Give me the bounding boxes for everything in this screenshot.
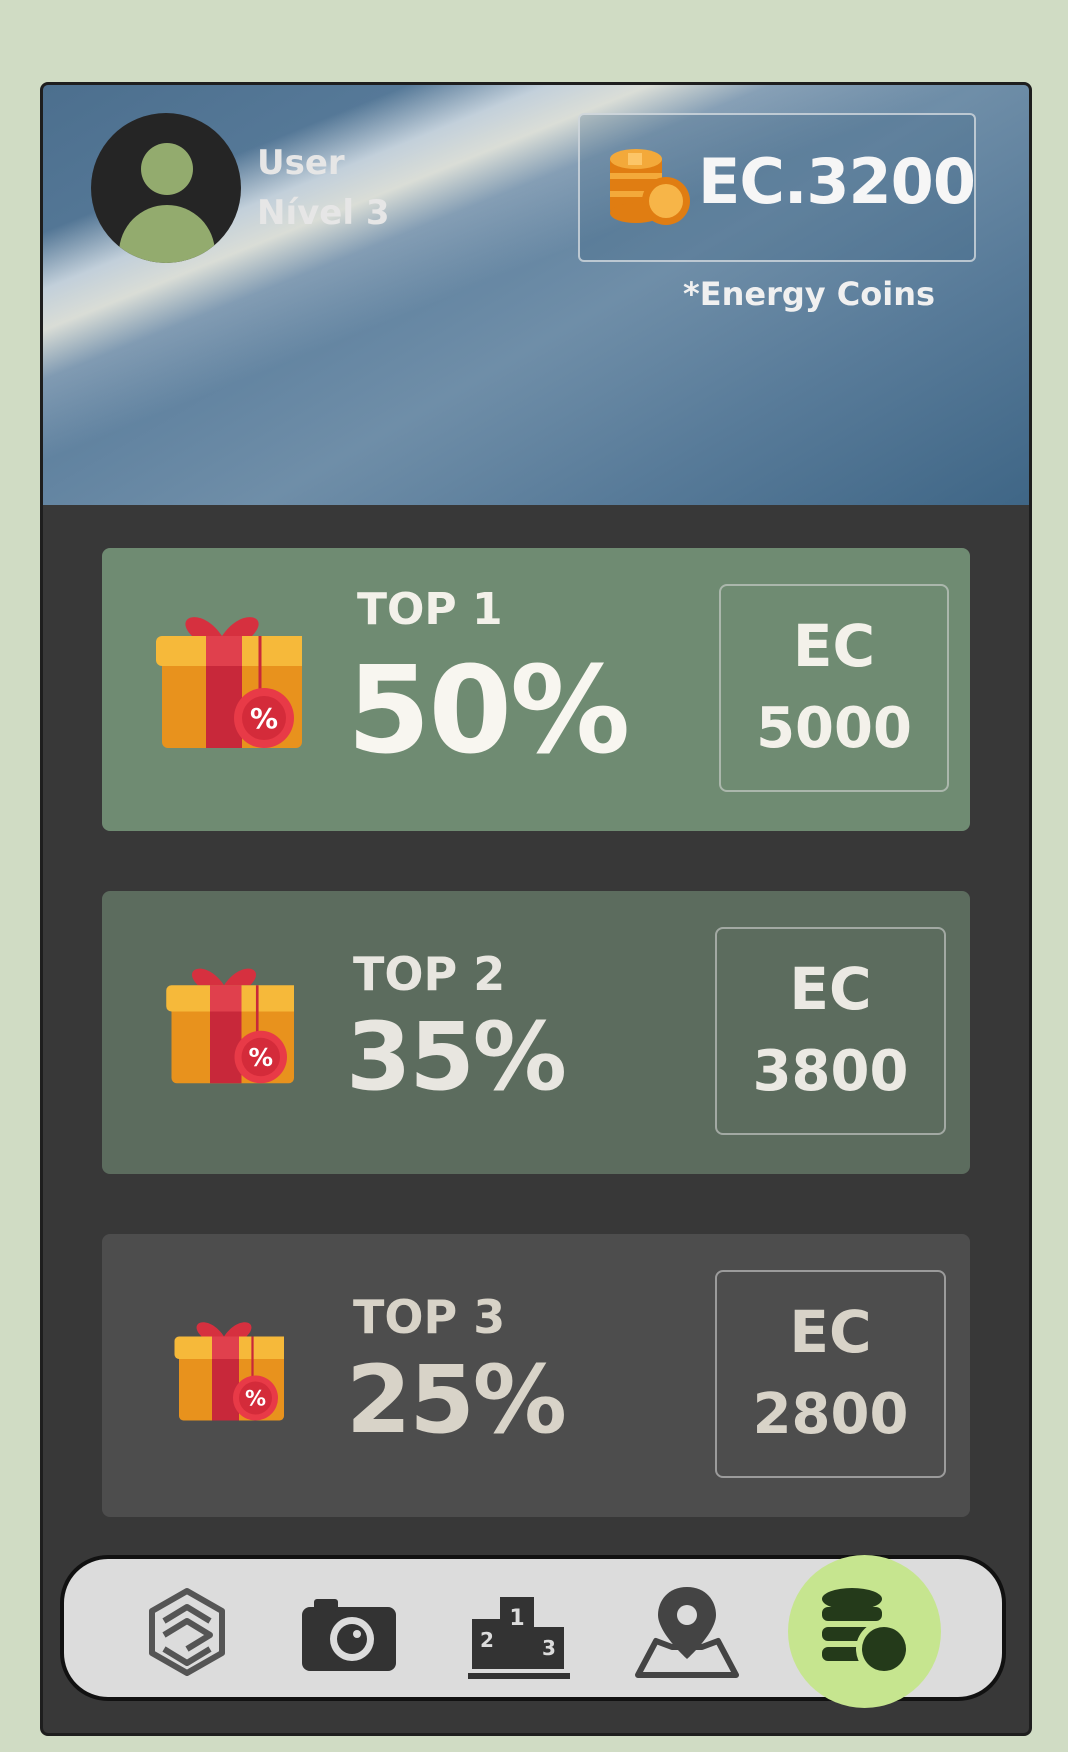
price-currency: EC [789, 1298, 872, 1366]
reward-discount: 25% [346, 1346, 567, 1455]
header-banner: User Nível 3 EC.3200 *Energy Coins [43, 85, 1029, 505]
svg-text:%: % [248, 1043, 273, 1072]
podium-icon: 1 2 3 [468, 1597, 570, 1679]
avatar-body [119, 205, 215, 263]
avatar-head [141, 143, 193, 195]
camera-icon [302, 1599, 396, 1671]
reward-rank: TOP 1 [357, 584, 503, 635]
price-value: 3800 [752, 1039, 909, 1104]
nav-map-button[interactable] [632, 1577, 742, 1687]
price-currency: EC [792, 612, 876, 680]
reward-card-top3[interactable]: % TOP 3 25% EC 2800 [102, 1234, 970, 1517]
reward-rank: TOP 3 [353, 1290, 506, 1344]
app-frame: User Nível 3 EC.3200 *Energy Coins % TOP… [40, 82, 1032, 1736]
coin-balance-box: EC.3200 [578, 113, 976, 262]
price-currency: EC [789, 955, 872, 1023]
reward-card-top1[interactable]: % TOP 1 50% EC 5000 [102, 548, 970, 831]
svg-text:%: % [250, 702, 278, 735]
svg-text:2: 2 [480, 1628, 494, 1652]
logo-icon [149, 1588, 225, 1676]
nav-camera-button[interactable] [294, 1577, 404, 1687]
map-pin-icon [635, 1587, 739, 1678]
reward-rank: TOP 2 [353, 947, 506, 1001]
reward-card-top2[interactable]: % TOP 2 35% EC 3800 [102, 891, 970, 1174]
reward-price-button[interactable]: EC 3800 [715, 927, 946, 1135]
coins-icon [822, 1588, 912, 1677]
svg-text:1: 1 [509, 1606, 524, 1631]
svg-text:%: % [245, 1387, 266, 1411]
gift-discount-icon: % [156, 617, 302, 748]
reward-discount: 50% [347, 642, 630, 781]
nav-coins-button[interactable] [788, 1555, 941, 1708]
user-level: Nível 3 [257, 193, 390, 233]
reward-price-button[interactable]: EC 2800 [715, 1270, 946, 1478]
price-value: 2800 [752, 1382, 909, 1447]
nav-ranking-button[interactable]: 1 2 3 [464, 1577, 574, 1687]
avatar[interactable] [91, 113, 241, 263]
reward-discount: 35% [346, 1003, 567, 1112]
currency-note: *Energy Coins [683, 275, 936, 313]
svg-text:3: 3 [542, 1636, 556, 1660]
coins-stack-icon [610, 149, 690, 225]
reward-price-button[interactable]: EC 5000 [719, 584, 949, 792]
price-value: 5000 [756, 696, 912, 761]
nav-home-button[interactable] [132, 1577, 242, 1687]
coin-balance: EC.3200 [698, 145, 976, 218]
gift-discount-icon: % [166, 968, 294, 1084]
gift-discount-icon: % [174, 1322, 284, 1421]
user-name: User [257, 143, 345, 183]
